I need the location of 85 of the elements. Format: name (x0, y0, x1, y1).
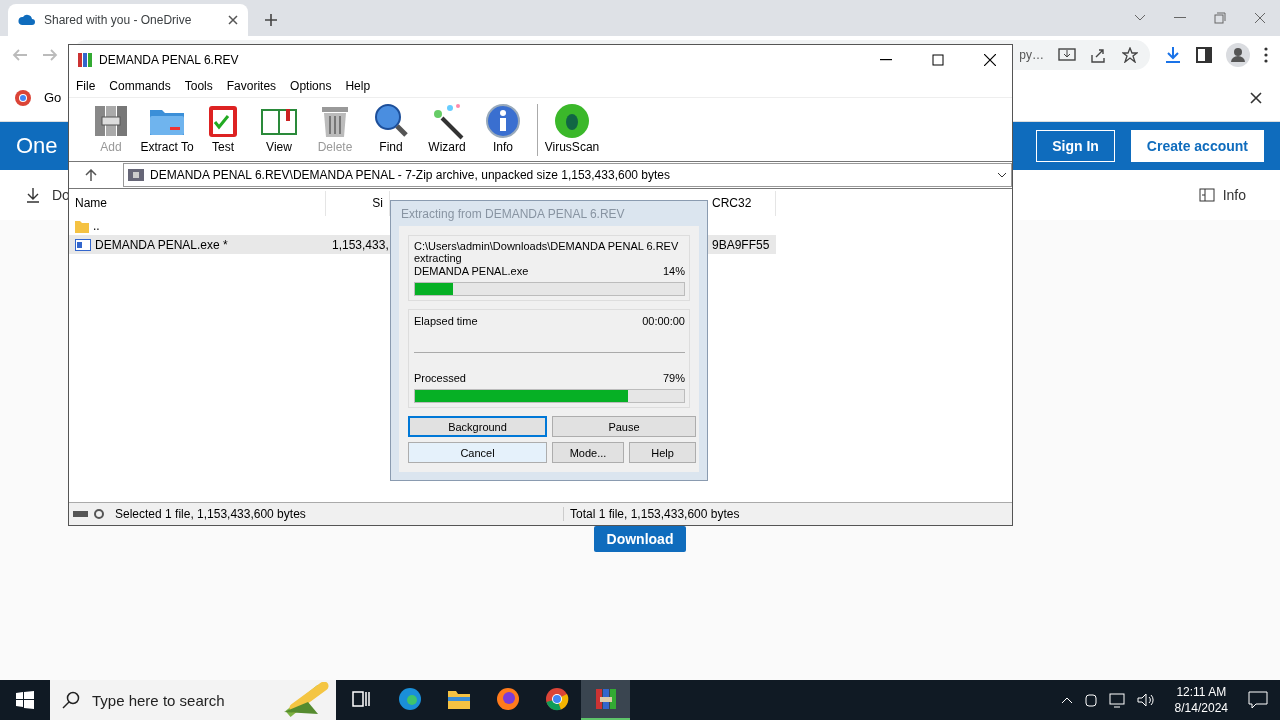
bookmark-text[interactable]: Go (44, 90, 62, 105)
folder-icon (446, 688, 471, 710)
side-panel-icon[interactable] (1196, 47, 1212, 63)
star-icon[interactable] (1122, 47, 1138, 63)
drive-key-icon (73, 509, 107, 519)
maximize-icon[interactable] (932, 54, 944, 66)
file-name: DEMANDA PENAL.exe (414, 265, 529, 277)
elapsed-label: Elapsed time (414, 315, 478, 327)
dialog-button[interactable]: Mode... (552, 442, 624, 463)
address-text: py… (1019, 48, 1044, 62)
network-icon[interactable] (1108, 692, 1127, 708)
task-view-icon (350, 689, 371, 709)
windows-start-icon[interactable] (16, 691, 34, 709)
toolbar-button[interactable]: Wizard (419, 98, 475, 154)
percent-text: 79% (662, 372, 685, 384)
column-header[interactable]: Name (69, 191, 326, 216)
tab-search-icon[interactable] (1134, 14, 1146, 22)
dialog-button[interactable]: Help (629, 442, 696, 463)
menu-item[interactable]: File (76, 79, 96, 93)
folder-icon (75, 218, 89, 233)
download-button[interactable]: Download (593, 526, 687, 552)
status-text: Selected 1 file, 1,153,433,600 bytes (115, 507, 306, 521)
toolbar-button[interactable]: Extract To (139, 98, 195, 154)
info-icon (484, 102, 522, 140)
toolbar-button[interactable]: Info (475, 98, 531, 154)
processed-label: Processed (414, 372, 466, 384)
menu-item[interactable]: Options (290, 79, 332, 93)
restore-icon[interactable] (1214, 12, 1226, 24)
dialog-button[interactable]: Pause (552, 416, 696, 437)
archive-path: C:\Users\admin\Downloads\DEMANDA PENAL 6.REV (414, 240, 680, 252)
notifications-icon[interactable] (1248, 691, 1268, 709)
dropdown-caret-icon (997, 172, 1007, 178)
crc-cell: 9BA9FF55 (712, 237, 770, 252)
bug-scan-icon (553, 102, 591, 140)
cloud-icon (18, 14, 36, 26)
close-icon[interactable] (1250, 91, 1262, 104)
toolbar-button[interactable]: VirusScan (544, 98, 600, 154)
elapsed-value: 00:00:00 (642, 315, 685, 327)
action-text: extracting (414, 252, 463, 264)
taskbar-app[interactable] (581, 680, 630, 720)
file-name-cell[interactable]: .. (69, 216, 326, 235)
percent-text: 14% (662, 265, 685, 277)
up-arrow-icon[interactable] (85, 169, 97, 181)
close-icon[interactable] (984, 54, 996, 66)
path-field[interactable]: DEMANDA PENAL 6.REV\DEMANDA PENAL - 7-Zip archive, unpacked size 1,153,433,600 bytes (123, 163, 1012, 187)
minimize-icon[interactable] (880, 59, 892, 61)
share-icon[interactable] (1090, 47, 1108, 63)
brand-name: One (16, 133, 58, 159)
archive-books-icon (593, 687, 618, 711)
volume-icon[interactable] (1136, 692, 1155, 708)
sign-in-button[interactable]: Sign In (1036, 130, 1115, 162)
menu-icon[interactable] (1264, 47, 1268, 63)
search-field[interactable]: Type here to search (50, 680, 336, 720)
archive-icon (128, 168, 144, 182)
close-icon[interactable] (228, 15, 238, 25)
size-cell: 1,153,433, (332, 237, 389, 252)
dialog-title: Extracting from DEMANDA PENAL 6.REV (401, 206, 625, 221)
toolbar-button[interactable]: View (251, 98, 307, 154)
profile-icon[interactable] (1226, 43, 1250, 67)
program-icon (75, 238, 91, 251)
new-tab-icon[interactable] (264, 13, 278, 27)
archive-books-icon (77, 52, 93, 68)
toolbar-button[interactable]: Test (195, 98, 251, 154)
status-text: Total 1 file, 1,153,433,600 bytes (570, 507, 740, 521)
menu-item[interactable]: Help (345, 79, 371, 93)
chevron-up-icon[interactable] (1060, 696, 1073, 704)
browser-tab[interactable]: Shared with you - OneDrive (8, 4, 248, 36)
menu-item[interactable]: Favorites (226, 79, 277, 93)
menu-item[interactable]: Tools (184, 79, 213, 93)
clock-date: 8/14/2024 (1174, 700, 1228, 716)
dialog-button[interactable]: Cancel (408, 442, 547, 463)
window-title: DEMANDA PENAL 6.REV (99, 53, 240, 67)
info-button[interactable]: Info (1198, 187, 1254, 203)
search-icon (62, 691, 80, 709)
dialog-button[interactable]: Background (408, 416, 547, 437)
file-name-cell[interactable]: DEMANDA PENAL.exe * (69, 235, 326, 254)
clock-time: 12:11 AM (1176, 684, 1227, 700)
install-icon[interactable] (1058, 47, 1076, 63)
create-account-button[interactable]: Create account (1130, 130, 1264, 162)
download-icon[interactable] (26, 187, 40, 203)
toolbar-button[interactable]: Find (363, 98, 419, 154)
chrome-icon (14, 88, 32, 107)
menu-item[interactable]: Commands (109, 79, 171, 93)
info-pane-icon (1198, 188, 1215, 202)
chrome-icon (544, 687, 569, 711)
